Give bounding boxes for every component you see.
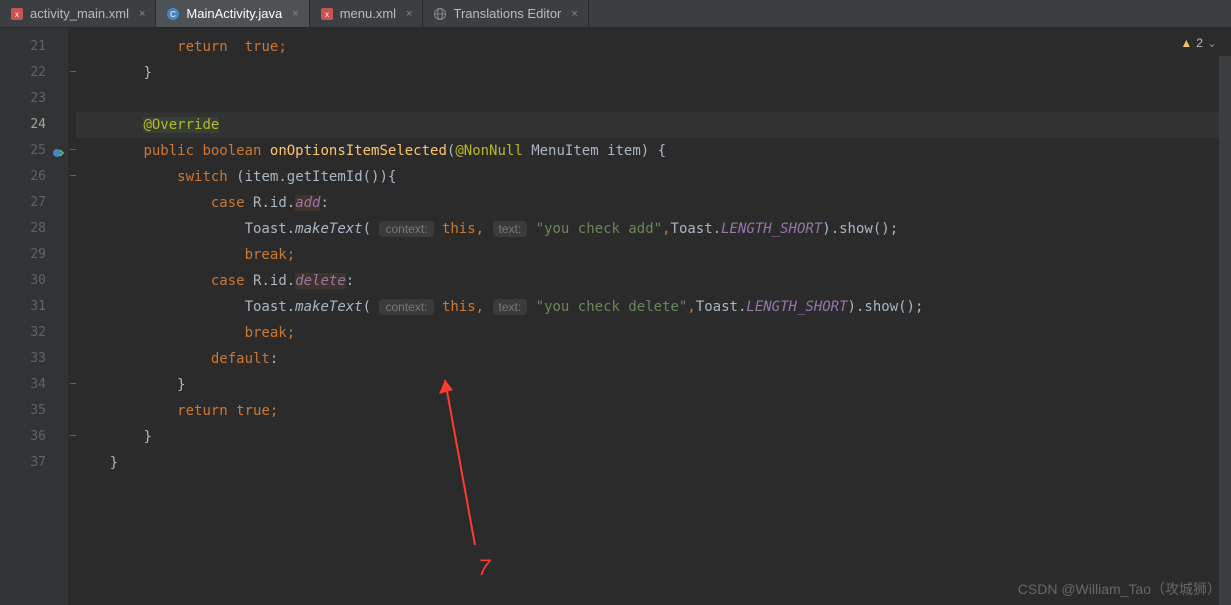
annotation-label: 7 <box>478 555 490 581</box>
warning-icon: ▲ <box>1180 36 1192 50</box>
close-icon[interactable]: × <box>292 8 298 20</box>
line-number: 34─ <box>0 372 68 398</box>
line-number: 30 <box>0 268 68 294</box>
editor-tabs: x activity_main.xml × C MainActivity.jav… <box>0 0 1231 28</box>
code-line: return true; <box>76 34 1231 60</box>
code-line: switch (item.getItemId()){ <box>76 164 1231 190</box>
code-line: default: <box>76 346 1231 372</box>
override-marker-icon[interactable] <box>52 144 66 158</box>
svg-text:x: x <box>325 10 329 19</box>
close-icon[interactable]: × <box>139 8 145 20</box>
line-number: 32 <box>0 320 68 346</box>
line-number: 21 <box>0 34 68 60</box>
tab-translations[interactable]: Translations Editor × <box>423 0 588 27</box>
parameter-hint: context: <box>379 221 433 237</box>
xml-file-icon: x <box>10 7 24 21</box>
java-class-icon: C <box>166 7 180 21</box>
line-number: 31 <box>0 294 68 320</box>
line-number: 22─ <box>0 60 68 86</box>
tab-menu-xml[interactable]: x menu.xml × <box>310 0 424 27</box>
xml-file-icon: x <box>320 7 334 21</box>
code-line: Toast.makeText( context: this, text: "yo… <box>76 294 1231 320</box>
code-line: return true; <box>76 398 1231 424</box>
line-number: 26─ <box>0 164 68 190</box>
svg-text:x: x <box>15 10 19 19</box>
code-editor[interactable]: return true; } @Override public boolean … <box>68 28 1231 605</box>
globe-icon <box>433 7 447 21</box>
line-number: 29 <box>0 242 68 268</box>
editor-area: 21 22─ 23 24 25 ─ 26─ 27 28 29 30 31 32 … <box>0 28 1231 605</box>
code-line <box>76 86 1231 112</box>
line-number: 25 ─ <box>0 138 68 164</box>
chevron-down-icon: ⌄ <box>1207 36 1217 50</box>
line-number: 28 <box>0 216 68 242</box>
code-line: break; <box>76 320 1231 346</box>
line-gutter[interactable]: 21 22─ 23 24 25 ─ 26─ 27 28 29 30 31 32 … <box>0 28 68 605</box>
code-line: } <box>76 372 1231 398</box>
line-number: 23 <box>0 86 68 112</box>
line-number: 27 <box>0 190 68 216</box>
code-line: } <box>76 60 1231 86</box>
line-number: 35 <box>0 398 68 424</box>
tab-main-activity[interactable]: C MainActivity.java × <box>156 0 309 27</box>
code-line: } <box>76 424 1231 450</box>
line-number: 37 <box>0 450 68 476</box>
line-number: 24 <box>0 112 68 138</box>
warning-count: 2 <box>1196 36 1203 50</box>
parameter-hint: context: <box>379 299 433 315</box>
problems-indicator[interactable]: ▲ 2 ⌄ <box>1180 36 1217 50</box>
parameter-hint: text: <box>493 299 528 315</box>
code-line: break; <box>76 242 1231 268</box>
tab-activity-main[interactable]: x activity_main.xml × <box>0 0 156 27</box>
code-line: @Override <box>76 112 1231 138</box>
svg-text:C: C <box>171 10 177 19</box>
code-line: public boolean onOptionsItemSelected(@No… <box>76 138 1231 164</box>
code-line: Toast.makeText( context: this, text: "yo… <box>76 216 1231 242</box>
line-number: 36─ <box>0 424 68 450</box>
watermark: CSDN @William_Tao（攻城狮） <box>1018 579 1221 599</box>
close-icon[interactable]: × <box>406 8 412 20</box>
code-line: } <box>76 450 1231 476</box>
tab-label: Translations Editor <box>453 6 561 21</box>
parameter-hint: text: <box>493 221 528 237</box>
code-line: case R.id.delete: <box>76 268 1231 294</box>
tab-label: menu.xml <box>340 6 396 21</box>
tab-label: MainActivity.java <box>186 6 282 21</box>
close-icon[interactable]: × <box>571 8 577 20</box>
code-line: case R.id.add: <box>76 190 1231 216</box>
line-number: 33 <box>0 346 68 372</box>
tab-label: activity_main.xml <box>30 6 129 21</box>
vertical-scrollbar[interactable] <box>1219 56 1231 605</box>
